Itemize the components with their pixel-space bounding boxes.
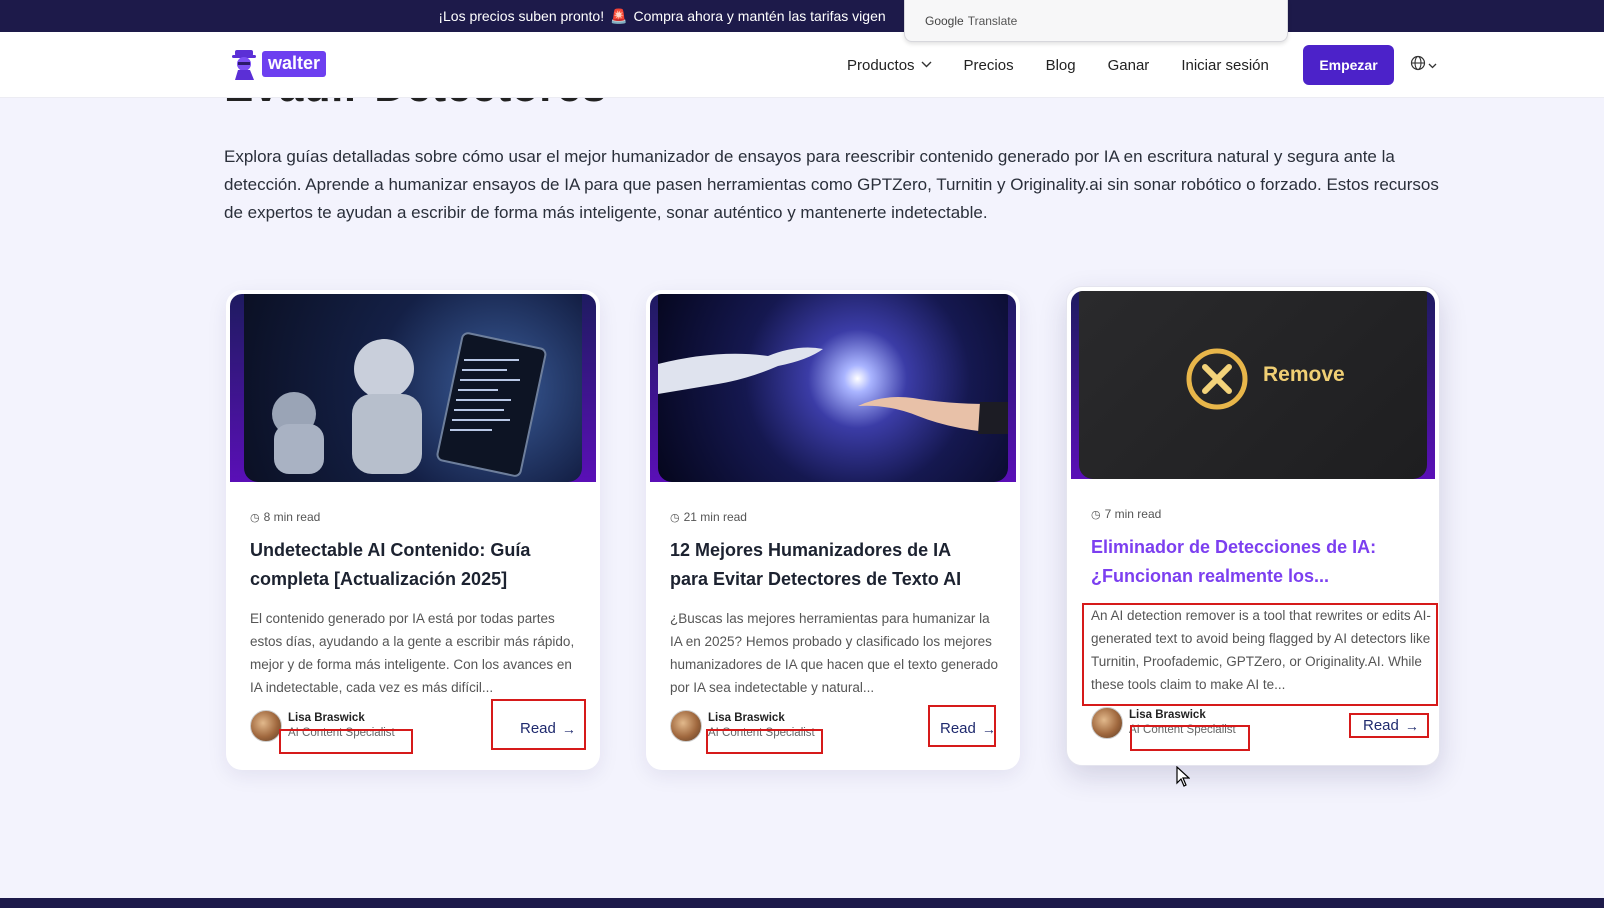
- avatar: [1091, 707, 1123, 739]
- article-image: Remove: [1071, 291, 1435, 479]
- chevron-down-icon: [1428, 56, 1437, 74]
- author-role: AI Content Specialist: [708, 727, 815, 739]
- footer-band: [0, 898, 1604, 908]
- author: Lisa Braswick AI Content Specialist: [250, 710, 395, 742]
- translate-label: Translate: [967, 13, 1018, 28]
- author-role: AI Content Specialist: [288, 727, 395, 739]
- image-label: Remove: [1263, 363, 1345, 386]
- article-excerpt: ¿Buscas las mejores herramientas para hu…: [670, 611, 998, 695]
- arrow-right-icon: →: [1404, 717, 1419, 734]
- article-card[interactable]: Remove ◷ 7 min read Eliminador de Detecc…: [1066, 286, 1440, 766]
- siren-icon: 🚨: [610, 7, 628, 24]
- read-label: Read: [940, 720, 976, 737]
- nav-ganar[interactable]: Ganar: [1108, 57, 1150, 74]
- author-name: Lisa Braswick: [1129, 709, 1206, 721]
- read-time: ◷ 7 min read: [1091, 507, 1161, 521]
- read-link[interactable]: Read →: [1363, 717, 1419, 734]
- nav-productos[interactable]: Productos: [847, 57, 932, 74]
- google-brand: Google: [925, 13, 964, 28]
- clock-icon: ◷: [1091, 508, 1101, 521]
- article-title[interactable]: Undetectable AI Contenido: Guía completa…: [250, 536, 570, 594]
- article-image: [650, 294, 1016, 482]
- read-time: ◷ 8 min read: [250, 510, 320, 524]
- read-time-text: 8 min read: [263, 510, 321, 524]
- nav-precios[interactable]: Precios: [964, 57, 1014, 74]
- nav-blog[interactable]: Blog: [1046, 57, 1076, 74]
- chevron-down-icon: [921, 59, 932, 71]
- article-card[interactable]: ◷ 21 min read 12 Mejores Humanizadores d…: [646, 290, 1020, 770]
- avatar: [250, 710, 282, 742]
- globe-icon: [1410, 55, 1426, 76]
- read-link[interactable]: Read →: [520, 720, 576, 737]
- read-time-text: 21 min read: [683, 510, 747, 524]
- empezar-button[interactable]: Empezar: [1303, 45, 1394, 85]
- article-image: [230, 294, 596, 482]
- read-link[interactable]: Read →: [940, 720, 996, 737]
- google-translate-bar[interactable]: Google Translate: [904, 0, 1288, 42]
- avatar: [670, 710, 702, 742]
- top-navigation: walter Productos Precios Blog Ganar Inic…: [0, 32, 1604, 98]
- author-name: Lisa Braswick: [708, 712, 785, 724]
- language-selector[interactable]: [1410, 53, 1442, 77]
- read-label: Read: [520, 720, 556, 737]
- author-role: AI Content Specialist: [1129, 724, 1236, 736]
- author: Lisa Braswick AI Content Specialist: [1091, 707, 1236, 739]
- mouse-cursor-icon: [1176, 765, 1191, 793]
- logo[interactable]: walter: [230, 48, 327, 80]
- article-card[interactable]: ◷ 8 min read Undetectable AI Contenido: …: [226, 290, 600, 770]
- author: Lisa Braswick AI Content Specialist: [670, 710, 815, 742]
- read-time: ◷ 21 min read: [670, 510, 747, 524]
- article-excerpt: El contenido generado por IA está por to…: [250, 611, 575, 695]
- mascot-icon: [230, 48, 260, 80]
- read-label: Read: [1363, 717, 1399, 734]
- arrow-right-icon: →: [981, 720, 996, 737]
- article-title[interactable]: Eliminador de Detecciones de IA: ¿Funcio…: [1091, 533, 1411, 591]
- promo-text: ¡Los precios suben pronto!: [438, 8, 605, 24]
- nav-iniciar-sesion[interactable]: Iniciar sesión: [1181, 57, 1269, 74]
- article-excerpt: An AI detection remover is a tool that r…: [1091, 608, 1431, 692]
- read-time-text: 7 min read: [1104, 507, 1162, 521]
- clock-icon: ◷: [250, 511, 260, 524]
- arrow-right-icon: →: [561, 720, 576, 737]
- page-intro: Explora guías detalladas sobre cómo usar…: [224, 147, 1439, 222]
- promo-text-2: Compra ahora y mantén las tarifas vigen: [633, 8, 886, 24]
- clock-icon: ◷: [670, 511, 680, 524]
- author-name: Lisa Braswick: [288, 712, 365, 724]
- nav-productos-label: Productos: [847, 56, 915, 74]
- logo-wordmark: walter: [262, 51, 327, 77]
- promo-banner: ¡Los precios suben pronto! 🚨 Compra ahor…: [0, 0, 1604, 32]
- article-title[interactable]: 12 Mejores Humanizadores de IA para Evit…: [670, 536, 990, 594]
